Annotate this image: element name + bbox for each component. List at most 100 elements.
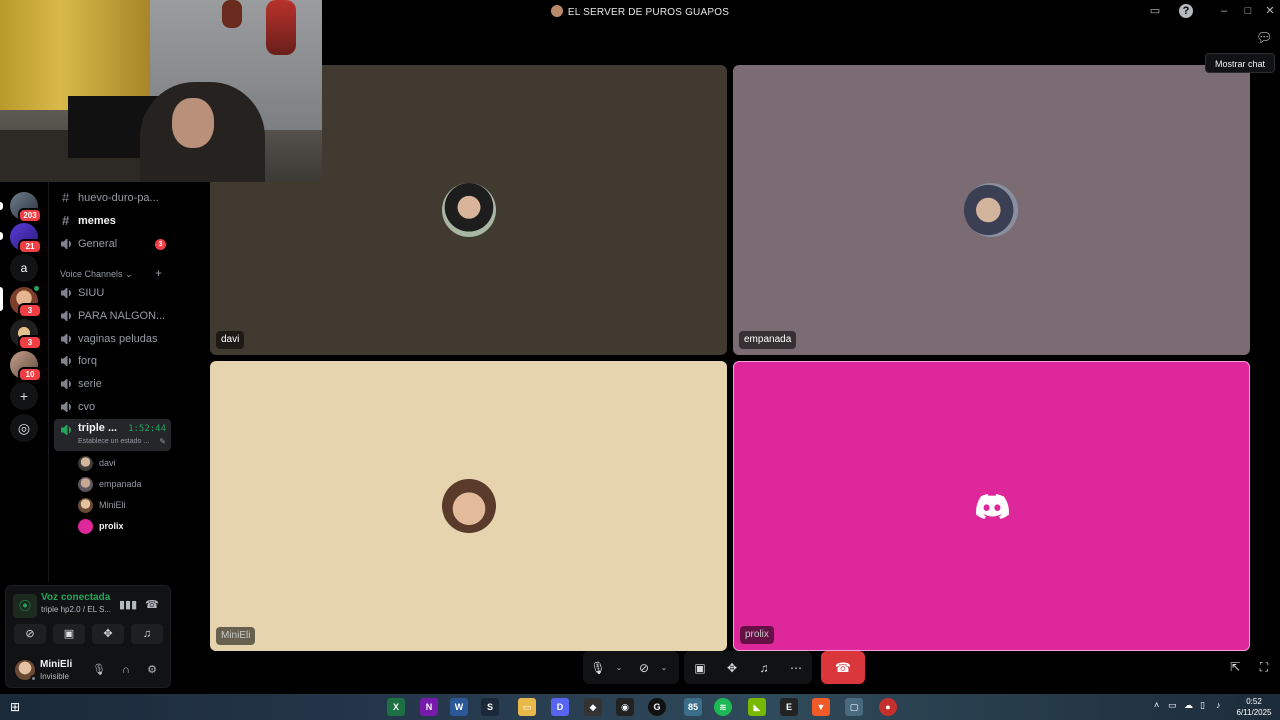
camera-off-button[interactable]: ⊘ (14, 624, 46, 644)
close-button[interactable]: ✕ (1260, 3, 1280, 19)
channel-item[interactable]: # memes (54, 211, 172, 231)
discord-icon[interactable]: D (551, 698, 569, 716)
app-icon[interactable]: ● (879, 698, 897, 716)
speaker-icon (61, 311, 71, 321)
microphone-icon[interactable]: 🎙︎ (91, 662, 107, 678)
voice-member[interactable]: empanada (77, 475, 172, 493)
live-indicator (32, 284, 41, 293)
camera-off-icon[interactable]: ⊘ (635, 659, 653, 677)
channel-item[interactable]: # huevo-duro-pa... (54, 188, 172, 208)
screen-share-icon[interactable]: ▣ (691, 659, 709, 677)
taskbar: ⊞ X N W S ▭ D ◆ ◉ G 85 ≋ ◣ E ▼ ▢ ● ˄ ▭ ☁… (0, 694, 1280, 720)
epic-games-icon[interactable]: E (780, 698, 798, 716)
speaker-icon (61, 239, 71, 249)
video-tile-prolix[interactable]: prolix (733, 361, 1250, 651)
avatar (964, 183, 1018, 237)
voice-member[interactable]: MiniEli (77, 496, 172, 514)
disconnect-icon[interactable]: ☎ (143, 596, 161, 614)
onenote-icon[interactable]: N (420, 698, 438, 716)
brave-icon[interactable]: ▼ (812, 698, 830, 716)
voice-connected-panel: ⦿ Voz conectada triple hp2.0 / EL S... ▮… (5, 585, 171, 688)
excel-icon[interactable]: X (387, 698, 405, 716)
voice-channel-item[interactable]: forq (54, 351, 172, 371)
activity-controls: ▣ ✥ ♫ ⋯ (684, 651, 812, 684)
app-icon[interactable]: 85 (684, 698, 702, 716)
activities-icon[interactable]: ✥ (723, 659, 741, 677)
voice-channel-item[interactable]: SIUU (54, 283, 172, 303)
active-voice-channel[interactable]: triple ... 1:52:44 Establece un estado .… (54, 419, 171, 451)
plus-icon: + (19, 388, 29, 404)
voice-member[interactable]: prolix (77, 517, 172, 535)
pencil-icon[interactable]: ✎ (159, 437, 166, 446)
voice-channel-item[interactable]: cvo (54, 397, 172, 417)
show-chat-icon[interactable]: 💬︎ (1256, 30, 1273, 46)
onedrive-icon[interactable]: ☁ (1184, 700, 1193, 711)
word-icon[interactable]: W (450, 698, 468, 716)
tray-icon[interactable]: ▭ (1168, 700, 1177, 711)
explore-button[interactable]: ◎ (10, 414, 38, 442)
voice-category-header[interactable]: Voice Channels ⌄ (60, 269, 133, 280)
server-item[interactable]: 203 (10, 192, 42, 223)
activities-button[interactable]: ✥ (92, 624, 124, 644)
voice-channel-item[interactable]: PARA NALGON... (54, 306, 172, 326)
nvidia-icon[interactable]: ◣ (748, 698, 766, 716)
chevron-down-icon: ⌄ (125, 269, 133, 279)
add-server-button[interactable]: + (10, 382, 38, 410)
network-icon[interactable]: ▯ (1200, 700, 1205, 711)
voice-member[interactable]: davi (77, 454, 172, 472)
tooltip: Mostrar chat (1205, 53, 1275, 73)
clock[interactable]: 0:52 6/11/2025 (1234, 696, 1274, 718)
server-item[interactable]: 21 (10, 223, 42, 254)
server-rail: 203 21 a 3 3 10 + ◎ (0, 182, 48, 582)
hangup-icon: ☎ (834, 660, 852, 675)
chevron-down-icon[interactable]: ⌄ (659, 661, 669, 675)
channel-item[interactable]: General 3 (54, 234, 172, 254)
server-item[interactable]: 3 (10, 284, 42, 318)
noise-suppression-icon[interactable]: ▮▮▮ (119, 596, 137, 614)
file-explorer-icon[interactable]: ▭ (518, 698, 536, 716)
soundboard-icon[interactable]: ♫ (755, 659, 773, 677)
minimize-button[interactable]: – (1214, 3, 1234, 19)
soundboard-button[interactable]: ♫ (131, 624, 163, 644)
volume-icon[interactable]: ♪ (1216, 700, 1221, 710)
help-icon[interactable]: ? (1179, 4, 1193, 18)
headphones-icon[interactable]: ∩ (118, 662, 134, 678)
voice-channel-item[interactable]: serie (54, 374, 172, 394)
more-icon[interactable]: ⋯ (787, 659, 805, 677)
steam-icon[interactable]: S (481, 698, 499, 716)
server-item[interactable]: 10 (10, 351, 42, 382)
speaker-icon (61, 334, 71, 344)
avatar (442, 183, 496, 237)
speaker-icon (61, 356, 71, 366)
spotify-icon[interactable]: ≋ (714, 698, 732, 716)
maximize-button[interactable]: □ (1238, 3, 1258, 19)
screen-share-button[interactable]: ▣ (53, 624, 85, 644)
server-item[interactable]: a (10, 254, 38, 282)
avatar (78, 498, 93, 513)
server-icon (550, 5, 563, 17)
avatar[interactable] (15, 660, 37, 682)
signal-icon[interactable]: ⦿ (13, 594, 37, 618)
video-tile-empanada[interactable]: empanada (733, 65, 1250, 355)
disconnect-button[interactable]: ☎ (821, 651, 865, 684)
tray-overflow-icon[interactable]: ˄ (1154, 700, 1159, 710)
server-item[interactable]: 3 (10, 319, 42, 350)
gear-icon[interactable]: ⚙ (144, 662, 160, 678)
chevron-down-icon[interactable]: ⌄ (614, 661, 624, 675)
app-icon[interactable]: ◉ (616, 698, 634, 716)
windows-start-icon[interactable]: ⊞ (8, 700, 22, 714)
microphone-icon[interactable]: 🎙︎ (589, 659, 607, 677)
voice-channel-item[interactable]: vaginas peludas (54, 329, 172, 349)
video-tile-minieli[interactable]: MiniEli (210, 361, 727, 651)
app-icon[interactable]: ◆ (584, 698, 602, 716)
set-status-text[interactable]: Establece un estado ... (78, 438, 149, 445)
avatar (78, 456, 93, 471)
app-icon[interactable]: ▢ (845, 698, 863, 716)
popout-icon[interactable]: ⇱ (1227, 659, 1243, 675)
add-channel-icon[interactable]: + (155, 266, 162, 280)
avatar (442, 479, 496, 533)
screen-share-icon[interactable]: ▭ (1148, 4, 1162, 18)
app-icon[interactable]: G (648, 698, 666, 716)
discord-icon (78, 519, 93, 534)
fullscreen-icon[interactable]: ⛶ (1256, 659, 1272, 675)
